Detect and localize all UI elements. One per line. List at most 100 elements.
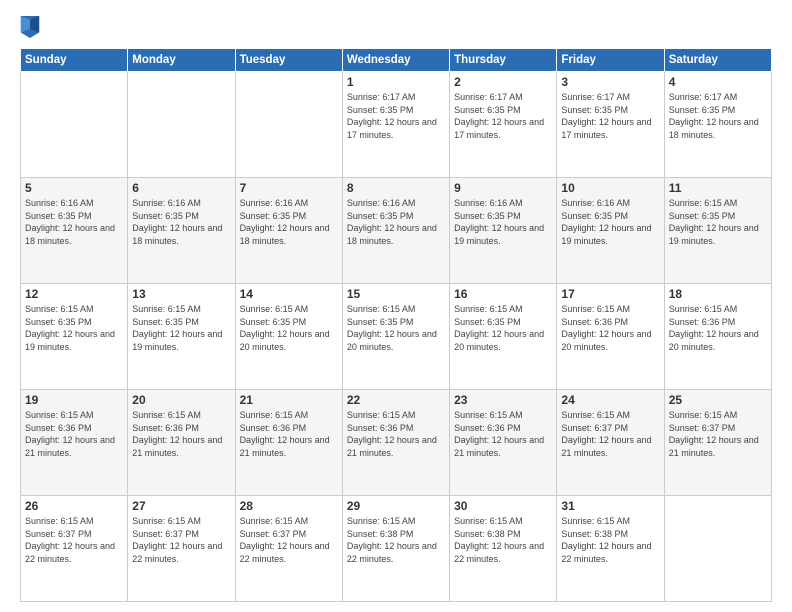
day-info: Sunrise: 6:17 AM Sunset: 6:35 PM Dayligh… — [669, 91, 767, 141]
day-number: 20 — [132, 393, 230, 407]
col-header-saturday: Saturday — [664, 49, 771, 72]
calendar-cell: 5 Sunrise: 6:16 AM Sunset: 6:35 PM Daylig… — [21, 178, 128, 284]
calendar-cell: 25 Sunrise: 6:15 AM Sunset: 6:37 PM Dayli… — [664, 390, 771, 496]
day-number: 31 — [561, 499, 659, 513]
day-info: Sunrise: 6:17 AM Sunset: 6:35 PM Dayligh… — [561, 91, 659, 141]
day-number: 19 — [25, 393, 123, 407]
day-number: 8 — [347, 181, 445, 195]
day-number: 1 — [347, 75, 445, 89]
calendar-cell: 31 Sunrise: 6:15 AM Sunset: 6:38 PM Dayli… — [557, 496, 664, 602]
day-info: Sunrise: 6:16 AM Sunset: 6:35 PM Dayligh… — [25, 197, 123, 247]
day-number: 5 — [25, 181, 123, 195]
calendar-cell: 24 Sunrise: 6:15 AM Sunset: 6:37 PM Dayli… — [557, 390, 664, 496]
day-info: Sunrise: 6:16 AM Sunset: 6:35 PM Dayligh… — [454, 197, 552, 247]
calendar-cell: 9 Sunrise: 6:16 AM Sunset: 6:35 PM Daylig… — [450, 178, 557, 284]
calendar-cell: 21 Sunrise: 6:15 AM Sunset: 6:36 PM Dayli… — [235, 390, 342, 496]
day-info: Sunrise: 6:15 AM Sunset: 6:36 PM Dayligh… — [347, 409, 445, 459]
page: SundayMondayTuesdayWednesdayThursdayFrid… — [0, 0, 792, 612]
col-header-sunday: Sunday — [21, 49, 128, 72]
day-info: Sunrise: 6:15 AM Sunset: 6:35 PM Dayligh… — [347, 303, 445, 353]
day-number: 29 — [347, 499, 445, 513]
col-header-tuesday: Tuesday — [235, 49, 342, 72]
day-info: Sunrise: 6:15 AM Sunset: 6:36 PM Dayligh… — [561, 303, 659, 353]
calendar-week-1: 1 Sunrise: 6:17 AM Sunset: 6:35 PM Daylig… — [21, 72, 772, 178]
col-header-thursday: Thursday — [450, 49, 557, 72]
calendar-cell: 12 Sunrise: 6:15 AM Sunset: 6:35 PM Dayli… — [21, 284, 128, 390]
day-info: Sunrise: 6:16 AM Sunset: 6:35 PM Dayligh… — [561, 197, 659, 247]
day-number: 9 — [454, 181, 552, 195]
calendar-cell — [128, 72, 235, 178]
day-info: Sunrise: 6:15 AM Sunset: 6:37 PM Dayligh… — [561, 409, 659, 459]
day-number: 7 — [240, 181, 338, 195]
day-info: Sunrise: 6:15 AM Sunset: 6:36 PM Dayligh… — [25, 409, 123, 459]
calendar-cell: 8Sunrise: 6:16 AM Sunset: 6:35 PM Daylig… — [342, 178, 449, 284]
calendar-cell: 3Sunrise: 6:17 AM Sunset: 6:35 PM Daylig… — [557, 72, 664, 178]
calendar-cell: 7 Sunrise: 6:16 AM Sunset: 6:35 PM Daylig… — [235, 178, 342, 284]
day-number: 25 — [669, 393, 767, 407]
day-info: Sunrise: 6:15 AM Sunset: 6:36 PM Dayligh… — [240, 409, 338, 459]
day-info: Sunrise: 6:15 AM Sunset: 6:37 PM Dayligh… — [240, 515, 338, 565]
calendar-table: SundayMondayTuesdayWednesdayThursdayFrid… — [20, 48, 772, 602]
day-number: 12 — [25, 287, 123, 301]
day-info: Sunrise: 6:17 AM Sunset: 6:35 PM Dayligh… — [454, 91, 552, 141]
day-number: 22 — [347, 393, 445, 407]
day-info: Sunrise: 6:15 AM Sunset: 6:36 PM Dayligh… — [132, 409, 230, 459]
calendar-cell: 10Sunrise: 6:16 AM Sunset: 6:35 PM Dayli… — [557, 178, 664, 284]
day-info: Sunrise: 6:15 AM Sunset: 6:37 PM Dayligh… — [132, 515, 230, 565]
calendar-cell: 28Sunrise: 6:15 AM Sunset: 6:37 PM Dayli… — [235, 496, 342, 602]
day-number: 15 — [347, 287, 445, 301]
calendar-cell: 6Sunrise: 6:16 AM Sunset: 6:35 PM Daylig… — [128, 178, 235, 284]
calendar-week-5: 26 Sunrise: 6:15 AM Sunset: 6:37 PM Dayli… — [21, 496, 772, 602]
day-info: Sunrise: 6:15 AM Sunset: 6:35 PM Dayligh… — [25, 303, 123, 353]
calendar-cell: 4 Sunrise: 6:17 AM Sunset: 6:35 PM Daylig… — [664, 72, 771, 178]
day-number: 18 — [669, 287, 767, 301]
calendar-week-3: 12 Sunrise: 6:15 AM Sunset: 6:35 PM Dayli… — [21, 284, 772, 390]
day-info: Sunrise: 6:17 AM Sunset: 6:35 PM Dayligh… — [347, 91, 445, 141]
calendar-cell: 30 Sunrise: 6:15 AM Sunset: 6:38 PM Dayli… — [450, 496, 557, 602]
calendar-cell: 20 Sunrise: 6:15 AM Sunset: 6:36 PM Dayli… — [128, 390, 235, 496]
calendar-week-4: 19 Sunrise: 6:15 AM Sunset: 6:36 PM Dayli… — [21, 390, 772, 496]
calendar-header-row: SundayMondayTuesdayWednesdayThursdayFrid… — [21, 49, 772, 72]
calendar-cell: 13Sunrise: 6:15 AM Sunset: 6:35 PM Dayli… — [128, 284, 235, 390]
col-header-wednesday: Wednesday — [342, 49, 449, 72]
calendar-week-2: 5 Sunrise: 6:16 AM Sunset: 6:35 PM Daylig… — [21, 178, 772, 284]
day-info: Sunrise: 6:15 AM Sunset: 6:38 PM Dayligh… — [454, 515, 552, 565]
day-number: 2 — [454, 75, 552, 89]
calendar-cell: 11 Sunrise: 6:15 AM Sunset: 6:35 PM Dayli… — [664, 178, 771, 284]
day-number: 11 — [669, 181, 767, 195]
day-info: Sunrise: 6:15 AM Sunset: 6:38 PM Dayligh… — [561, 515, 659, 565]
day-info: Sunrise: 6:16 AM Sunset: 6:35 PM Dayligh… — [132, 197, 230, 247]
calendar-cell — [664, 496, 771, 602]
day-number: 17 — [561, 287, 659, 301]
day-number: 24 — [561, 393, 659, 407]
day-number: 30 — [454, 499, 552, 513]
calendar-cell: 23Sunrise: 6:15 AM Sunset: 6:36 PM Dayli… — [450, 390, 557, 496]
day-number: 16 — [454, 287, 552, 301]
calendar-cell: 1 Sunrise: 6:17 AM Sunset: 6:35 PM Daylig… — [342, 72, 449, 178]
calendar-cell: 26 Sunrise: 6:15 AM Sunset: 6:37 PM Dayli… — [21, 496, 128, 602]
day-info: Sunrise: 6:15 AM Sunset: 6:35 PM Dayligh… — [669, 197, 767, 247]
logo-icon — [20, 16, 40, 38]
calendar-cell: 15 Sunrise: 6:15 AM Sunset: 6:35 PM Dayli… — [342, 284, 449, 390]
calendar-cell: 29 Sunrise: 6:15 AM Sunset: 6:38 PM Dayli… — [342, 496, 449, 602]
day-number: 14 — [240, 287, 338, 301]
day-info: Sunrise: 6:16 AM Sunset: 6:35 PM Dayligh… — [240, 197, 338, 247]
calendar-cell: 27 Sunrise: 6:15 AM Sunset: 6:37 PM Dayli… — [128, 496, 235, 602]
day-number: 4 — [669, 75, 767, 89]
day-info: Sunrise: 6:15 AM Sunset: 6:37 PM Dayligh… — [669, 409, 767, 459]
calendar-cell: 17 Sunrise: 6:15 AM Sunset: 6:36 PM Dayli… — [557, 284, 664, 390]
calendar-cell: 2 Sunrise: 6:17 AM Sunset: 6:35 PM Daylig… — [450, 72, 557, 178]
logo — [20, 16, 44, 38]
calendar-cell: 18 Sunrise: 6:15 AM Sunset: 6:36 PM Dayli… — [664, 284, 771, 390]
day-number: 27 — [132, 499, 230, 513]
day-number: 26 — [25, 499, 123, 513]
day-info: Sunrise: 6:15 AM Sunset: 6:36 PM Dayligh… — [669, 303, 767, 353]
calendar-cell — [21, 72, 128, 178]
calendar-cell: 16Sunrise: 6:15 AM Sunset: 6:35 PM Dayli… — [450, 284, 557, 390]
day-info: Sunrise: 6:15 AM Sunset: 6:37 PM Dayligh… — [25, 515, 123, 565]
day-number: 21 — [240, 393, 338, 407]
day-info: Sunrise: 6:15 AM Sunset: 6:36 PM Dayligh… — [454, 409, 552, 459]
day-info: Sunrise: 6:15 AM Sunset: 6:38 PM Dayligh… — [347, 515, 445, 565]
header — [20, 16, 772, 38]
col-header-friday: Friday — [557, 49, 664, 72]
